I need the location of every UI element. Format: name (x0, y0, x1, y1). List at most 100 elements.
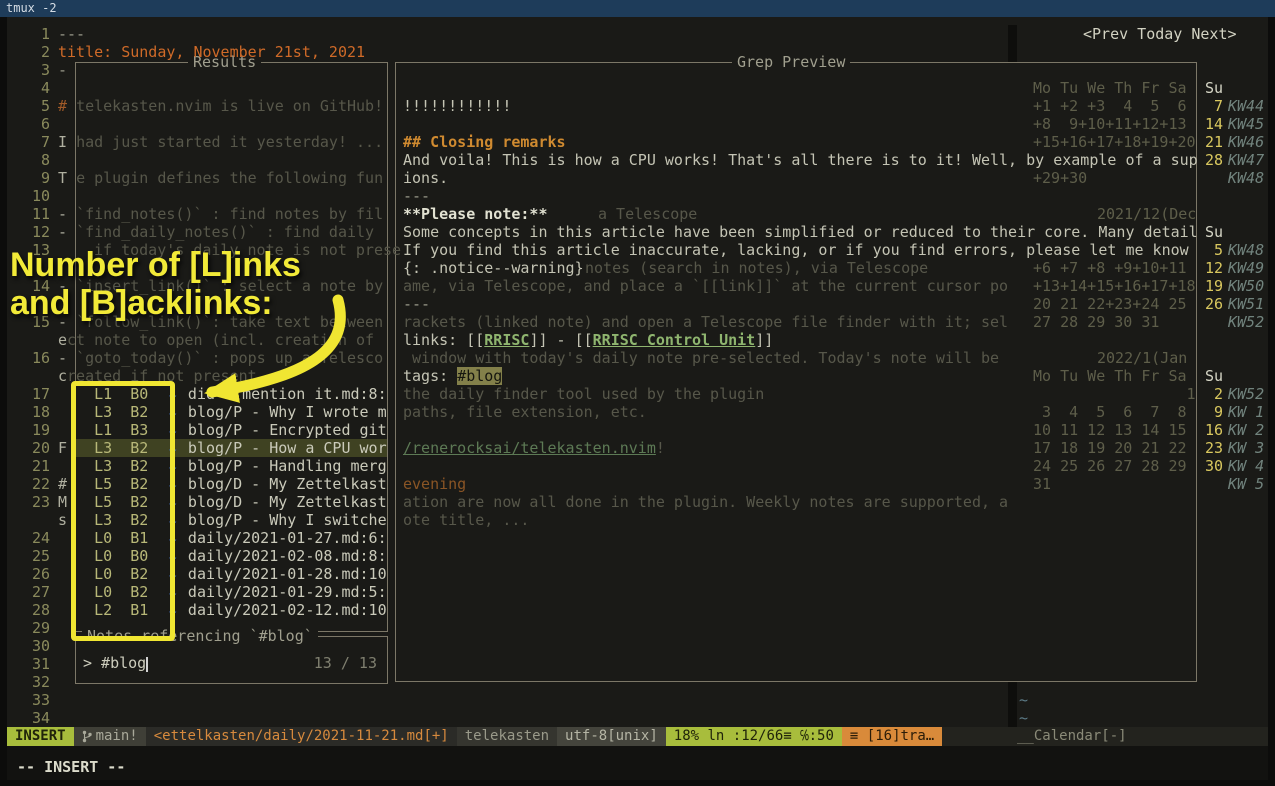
calendar-week-dates[interactable]: 1 (1033, 385, 1196, 403)
calendar-sunday-date[interactable]: 21 (1199, 133, 1223, 151)
calendar-week-number: KW47 (1228, 151, 1264, 169)
calendar-week-number: KW52 (1228, 385, 1264, 403)
line-number: 4 (10, 79, 50, 97)
calendar-week-dates[interactable]: 10 11 12 13 14 15 (1033, 421, 1187, 439)
tmux-title: tmux -2 (6, 1, 57, 15)
terminal-screen: tmux -2 Results Grep Preview Notes refer… (0, 0, 1275, 786)
calendar-week-number: KW 5 (1228, 475, 1264, 493)
calendar-sunday-date[interactable]: 12 (1199, 259, 1223, 277)
calendar-week-dates[interactable]: 27 28 29 30 31 (1033, 313, 1159, 331)
calendar-sunday-date[interactable]: 28 (1199, 151, 1223, 169)
calendar-week-dates[interactable]: 3 4 5 6 7 8 (1033, 403, 1187, 421)
line-number: 5 (10, 97, 50, 115)
line-number: 7 (10, 133, 50, 151)
result-filename: blog/P - Why I switche (188, 511, 387, 529)
calendar-week-dates[interactable]: 31 (1033, 475, 1051, 493)
result-filename: daily/2021-01-28.md:10 (188, 565, 387, 583)
calendar-week-dates[interactable]: 24 25 26 27 28 29 (1033, 457, 1187, 475)
calendar-sunday-date[interactable]: 5 (1199, 241, 1223, 259)
line-number: 25 (10, 547, 50, 565)
line-number: 17 (10, 385, 50, 403)
result-filename: daily/2021-01-27.md:6: (188, 529, 387, 547)
statusline-warn-segment: ≡ [16]tra… (842, 727, 942, 746)
calendar-week-number: KW48 (1228, 241, 1264, 259)
line-number: 12 (10, 223, 50, 241)
calendar-sunday-date[interactable]: Su (1199, 367, 1223, 385)
preview-line: --- (403, 187, 430, 205)
preview-line: ation are now all done in the plugin. We… (403, 493, 1008, 511)
preview-line: window with today's daily note pre-selec… (403, 349, 999, 367)
buffer-text: s (58, 511, 67, 529)
calendar-week-number: KW 2 (1228, 421, 1264, 439)
preview-line: links: [[RRISC]] - [[RRISC Control Unit]… (403, 331, 773, 349)
buffer-text: - (58, 61, 67, 79)
statusline-pos-segment: 18% ln :12/66≡ ℅:50 (666, 727, 842, 746)
calendar-sunday-date[interactable]: Su (1199, 223, 1223, 241)
calendar-week-number: KW52 (1228, 313, 1264, 331)
line-number: 2 (10, 43, 50, 61)
calendar-week-dates[interactable]: +1 +2 +3 4 5 6 (1033, 97, 1187, 115)
calendar-week-dates[interactable]: +29+30 (1033, 169, 1087, 187)
calendar-sunday-date[interactable]: 2 (1199, 385, 1223, 403)
preview-line: the daily finder tool used by the plugin (403, 385, 764, 403)
line-number: 18 (10, 403, 50, 421)
mode-message: -- INSERT -- (17, 758, 125, 776)
line-number: 9 (10, 169, 50, 187)
calendar-week-number: KW49 (1228, 259, 1264, 277)
line-number: 19 (10, 421, 50, 439)
calendar-week-number: KW50 (1228, 277, 1264, 295)
preview-line: Some concepts in this article have been … (403, 223, 1198, 241)
calendar-sunday-date[interactable]: 16 (1199, 421, 1223, 439)
calendar-week-dates[interactable]: 20 21 22+23+24 25 (1033, 295, 1187, 313)
preview-line: /renerocksai/telekasten.nvim! (403, 439, 665, 457)
calendar-sunday-date[interactable]: 30 (1199, 457, 1223, 475)
calendar-sunday-date[interactable]: 7 (1199, 97, 1223, 115)
buffer-text: F (58, 439, 67, 457)
buffer-text: - `goto_today()` : pops up a Telesco (58, 349, 383, 367)
buffer-text: T e plugin defines the following fun (58, 169, 383, 187)
calendar-week-number: KW45 (1228, 115, 1264, 133)
preview-line: If you find this article inaccurate, lac… (403, 241, 1189, 259)
calendar-sunday-date[interactable]: 9 (1199, 403, 1223, 421)
preview-line: !!!!!!!!!!!! (403, 97, 511, 115)
preview-line: paths, file extension, etc. (403, 403, 647, 421)
calendar-week-dates[interactable]: +15+16+17+18+19+20 (1033, 133, 1196, 151)
calendar-week-number: KW44 (1228, 97, 1264, 115)
calendar-sunday-date[interactable]: Su (1199, 79, 1223, 97)
calendar-sunday-date[interactable]: 14 (1199, 115, 1223, 133)
buffer-text: ~ (1019, 691, 1028, 709)
line-number: 3 (10, 61, 50, 79)
line-number: 31 (10, 655, 50, 673)
result-filename: blog/P - How a CPU wor (188, 439, 387, 457)
calendar-week-dates[interactable]: +8 9+10+11+12+13 (1033, 115, 1187, 133)
calendar-week-dates[interactable]: Mo Tu We Th Fr Sa (1033, 79, 1187, 97)
calendar-sunday-date[interactable]: 19 (1199, 277, 1223, 295)
line-number: 23 (10, 493, 50, 511)
annotation-line1: Number of [L]inks (10, 246, 301, 284)
calendar-statusline: __Calendar[-] (1017, 727, 1127, 746)
calendar-week-dates[interactable]: 17 18 19 20 21 22 (1033, 439, 1187, 457)
preview-line: rackets (linked note) and open a Telesco… (403, 313, 1008, 331)
buffer-text: # telekasten.nvim is live on GitHub! (58, 97, 383, 115)
line-number: 24 (10, 529, 50, 547)
buffer-text: - `find_daily_notes()` : find daily (58, 223, 374, 241)
calendar-sunday-date[interactable]: 23 (1199, 439, 1223, 457)
line-number: 20 (10, 439, 50, 457)
buffer-text: I had just started it yesterday! ... (58, 133, 383, 151)
calendar-week-number: KW 3 (1228, 439, 1264, 457)
calendar-week-dates[interactable]: +13+14+15+16+17+18 (1033, 277, 1196, 295)
result-filename: daily/2021-02-08.md:8: (188, 547, 387, 565)
calendar-sunday-date[interactable]: 26 (1199, 295, 1223, 313)
line-number: 26 (10, 565, 50, 583)
calendar-month-label: 2021/12(Dec (1097, 205, 1196, 223)
line-number: 6 (10, 115, 50, 133)
preview-line: And voila! This is how a CPU works! That… (403, 151, 1198, 169)
calendar-week-dates[interactable]: +6 +7 +8 +9+10+11 (1033, 259, 1187, 277)
calendar-nav[interactable]: <Prev Today Next> (1083, 25, 1237, 43)
buffer-text: - `find_notes()` : find notes by fil (58, 205, 383, 223)
buffer-text: # (58, 475, 67, 493)
result-filename: blog/D - My Zettelkast (188, 475, 387, 493)
calendar-week-dates[interactable]: Mo Tu We Th Fr Sa (1033, 367, 1187, 385)
line-number: 30 (10, 637, 50, 655)
line-number: 34 (10, 709, 50, 727)
